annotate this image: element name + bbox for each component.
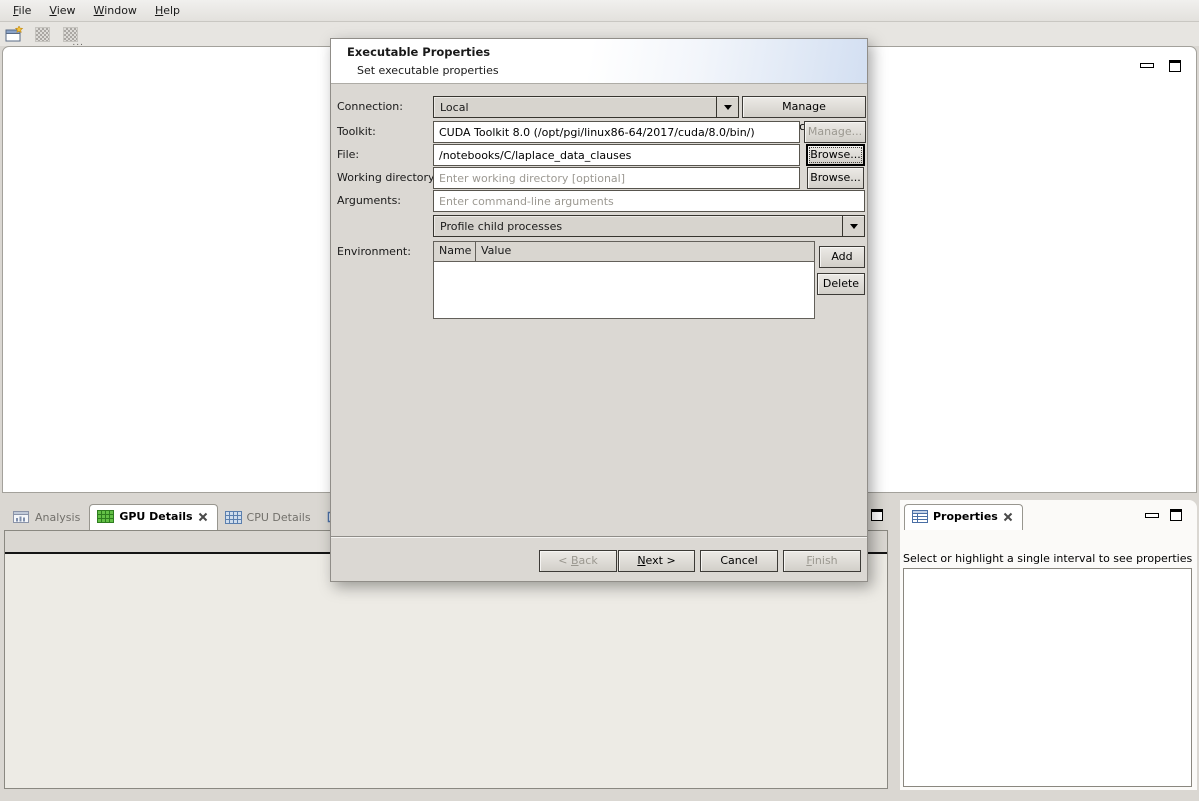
profile-child-processes-select[interactable]: Profile child processes xyxy=(433,215,865,237)
tab-cpu-details-label: CPU Details xyxy=(247,511,311,524)
next-button[interactable]: Next > xyxy=(618,550,695,572)
toolkit-input[interactable] xyxy=(433,121,800,143)
menu-view[interactable]: View xyxy=(40,1,84,20)
menu-help[interactable]: Help xyxy=(146,1,189,20)
env-col-name[interactable]: Name xyxy=(434,242,476,261)
properties-empty-box xyxy=(903,568,1192,787)
panel-maximize-icon[interactable] xyxy=(1170,509,1182,521)
arguments-label: Arguments: xyxy=(337,190,401,212)
close-icon[interactable] xyxy=(198,512,208,522)
close-icon[interactable] xyxy=(1003,512,1013,522)
gpu-details-icon xyxy=(97,510,114,523)
tab-gpu-details-label: GPU Details xyxy=(119,510,192,523)
back-button: < Back xyxy=(539,550,617,572)
chevron-down-icon[interactable] xyxy=(716,97,738,117)
chevron-down-icon[interactable] xyxy=(842,216,864,236)
profile-child-value: Profile child processes xyxy=(434,220,842,233)
dialog-subtitle: Set executable properties xyxy=(357,64,499,77)
cpu-details-icon xyxy=(225,511,242,524)
env-col-value[interactable]: Value xyxy=(476,242,814,261)
minimize-icon[interactable] xyxy=(1140,63,1154,68)
analysis-icon xyxy=(13,510,30,524)
panel-maximize-icon[interactable] xyxy=(871,509,883,521)
new-session-icon[interactable] xyxy=(3,24,25,44)
save-session-icon-disabled xyxy=(31,24,53,44)
maximize-icon[interactable] xyxy=(1169,60,1181,72)
file-label: File: xyxy=(337,144,359,166)
connection-value: Local xyxy=(434,101,716,114)
environment-table[interactable]: Name Value xyxy=(433,241,815,319)
properties-icon xyxy=(912,510,928,523)
connection-select[interactable]: Local xyxy=(433,96,739,118)
manage-connections-button[interactable]: Manage connections... xyxy=(742,96,866,118)
add-env-button[interactable]: Add xyxy=(819,246,865,268)
working-directory-label: Working directory: xyxy=(337,167,437,189)
menu-file[interactable]: File xyxy=(4,1,40,20)
working-directory-input[interactable] xyxy=(433,167,800,189)
properties-panel: Properties Select or highlight a single … xyxy=(900,500,1197,790)
file-input[interactable] xyxy=(433,144,800,166)
export-icon-disabled: ... xyxy=(59,24,81,44)
tab-properties-label: Properties xyxy=(933,510,998,523)
dialog-banner: Executable Properties Set executable pro… xyxy=(331,39,867,84)
cancel-button[interactable]: Cancel xyxy=(700,550,778,572)
menu-bar: File View Window Help xyxy=(0,0,1199,22)
connection-label: Connection: xyxy=(337,96,403,118)
properties-hint: Select or highlight a single interval to… xyxy=(903,552,1192,565)
tab-properties[interactable]: Properties xyxy=(904,504,1023,530)
tab-analysis[interactable]: Analysis xyxy=(6,505,89,530)
arguments-input[interactable] xyxy=(433,190,865,212)
tab-gpu-details[interactable]: GPU Details xyxy=(89,504,217,530)
manage-toolkit-button: Manage... xyxy=(804,121,866,143)
dialog-footer-separator xyxy=(331,536,867,538)
tab-cpu-details[interactable]: CPU Details xyxy=(218,506,320,530)
finish-button: Finish xyxy=(783,550,861,572)
browse-workdir-button[interactable]: Browse... xyxy=(807,167,864,189)
executable-properties-dialog: Executable Properties Set executable pro… xyxy=(330,38,868,582)
panel-minimize-icon[interactable] xyxy=(1145,513,1159,518)
delete-env-button[interactable]: Delete xyxy=(817,273,865,295)
dialog-title: Executable Properties xyxy=(347,45,490,59)
menu-window[interactable]: Window xyxy=(85,1,146,20)
tab-analysis-label: Analysis xyxy=(35,511,80,524)
environment-label: Environment: xyxy=(337,241,411,263)
browse-file-button[interactable]: Browse... xyxy=(806,144,865,166)
environment-table-header: Name Value xyxy=(434,242,814,262)
toolkit-label: Toolkit: xyxy=(337,121,376,143)
